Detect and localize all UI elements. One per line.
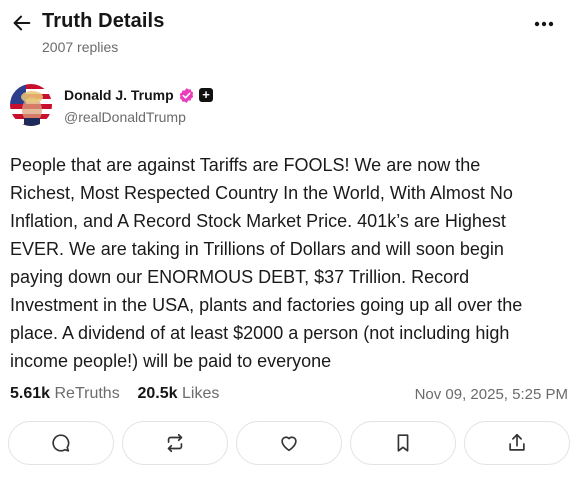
post-line: paying down our ENORMOUS DEBT, $37 Trill…	[10, 267, 470, 287]
bookmark-button[interactable]	[350, 421, 456, 465]
post-line: Investment in the USA, plants and factor…	[10, 295, 523, 315]
post-stats: 5.61k ReTruths 20.5k Likes	[10, 385, 219, 403]
page-header: Truth Details 2007 replies	[0, 0, 575, 62]
retruths-label: ReTruths	[54, 385, 120, 402]
reply-icon	[52, 434, 70, 452]
retruth-button[interactable]	[122, 421, 228, 465]
post-line: EVER. We are taking in Trillions of Doll…	[10, 239, 504, 259]
author-handle[interactable]: @realDonaldTrump	[64, 109, 186, 125]
likes-count: 20.5k	[137, 385, 178, 402]
post-line: Inflation, and A Record Stock Market Pri…	[10, 211, 506, 231]
avatar[interactable]	[10, 84, 52, 126]
action-bar	[8, 421, 570, 465]
page-title: Truth Details	[42, 10, 165, 32]
likes-label: Likes	[181, 385, 220, 402]
plus-badge-icon: +	[199, 88, 213, 102]
share-icon	[509, 433, 525, 451]
post-line: income people!) will be paid to everyone	[10, 351, 332, 371]
verified-badge-icon	[179, 88, 194, 103]
more-dots-icon	[534, 21, 554, 27]
back-button[interactable]	[10, 11, 34, 35]
like-button[interactable]	[236, 421, 342, 465]
arrow-left-icon	[13, 15, 31, 31]
retruths-stat[interactable]: 5.61k ReTruths	[10, 385, 120, 402]
avatar-image	[10, 84, 52, 126]
likes-stat[interactable]: 20.5k Likes	[137, 385, 219, 402]
post-line: place. A dividend of at least $2000 a pe…	[10, 323, 510, 343]
retruth-icon	[167, 433, 183, 453]
post-line: Richest, Most Respected Country In the W…	[10, 183, 513, 203]
retruths-count: 5.61k	[10, 385, 51, 402]
share-button[interactable]	[464, 421, 570, 465]
more-options-button[interactable]	[530, 14, 558, 34]
author-name[interactable]: Donald J. Trump	[64, 87, 174, 103]
heart-icon	[281, 436, 297, 452]
post-timestamp: Nov 09, 2025, 5:25 PM	[414, 386, 568, 403]
replies-count: 2007 replies	[42, 39, 119, 55]
bookmark-icon	[397, 434, 409, 452]
reply-button[interactable]	[8, 421, 114, 465]
post-line: People that are against Tariffs are FOOL…	[10, 155, 481, 175]
post-body: People that are against Tariffs are FOOL…	[10, 151, 570, 375]
